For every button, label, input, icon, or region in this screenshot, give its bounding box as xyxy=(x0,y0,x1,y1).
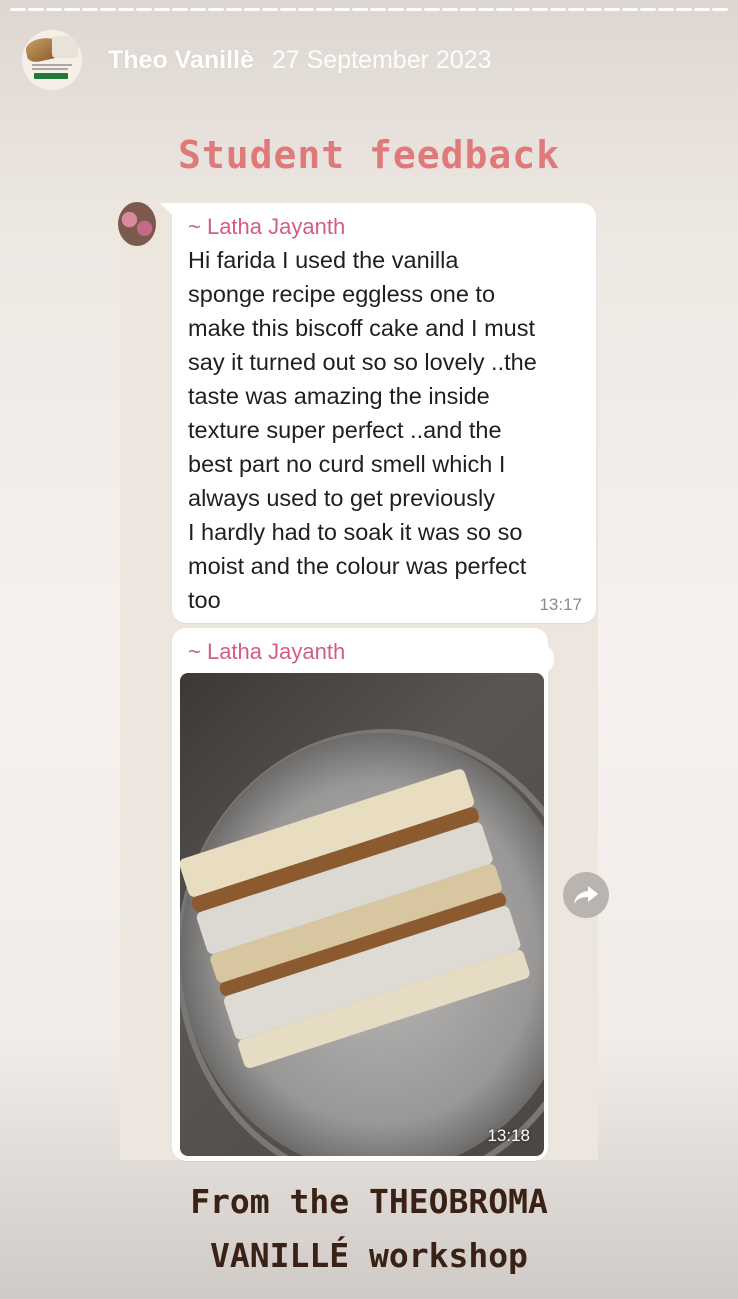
cake-slice-photo[interactable]: 13:18 xyxy=(180,673,544,1156)
message-bubble-text: ~ Latha Jayanth Hi farida I used the van… xyxy=(172,203,596,623)
share-forward-icon[interactable] xyxy=(563,872,609,918)
post-date: 27 September 2023 xyxy=(271,45,492,74)
story-header: Theo Vanillè 27 September 2023 xyxy=(22,30,491,90)
message-time: 13:18 xyxy=(487,1126,530,1145)
message-time: 13:17 xyxy=(539,595,582,614)
story-progress-bar xyxy=(10,8,728,11)
profile-avatar[interactable] xyxy=(22,30,82,90)
message-text: Hi farida I used the vanilla sponge reci… xyxy=(188,247,537,613)
sender-avatar xyxy=(118,202,156,246)
message-sender: ~ Latha Jayanth xyxy=(188,639,346,664)
message-bubble-image: ~ Latha Jayanth 13:18 xyxy=(172,628,554,1161)
profile-name[interactable]: Theo Vanillè xyxy=(108,46,254,75)
message-sender: ~ Latha Jayanth xyxy=(188,214,346,239)
story-footer: From the THEOBROMA VANILLÉ workshop xyxy=(190,1182,548,1275)
redaction-mark xyxy=(382,644,554,674)
story-title: Student feedback xyxy=(177,133,561,177)
